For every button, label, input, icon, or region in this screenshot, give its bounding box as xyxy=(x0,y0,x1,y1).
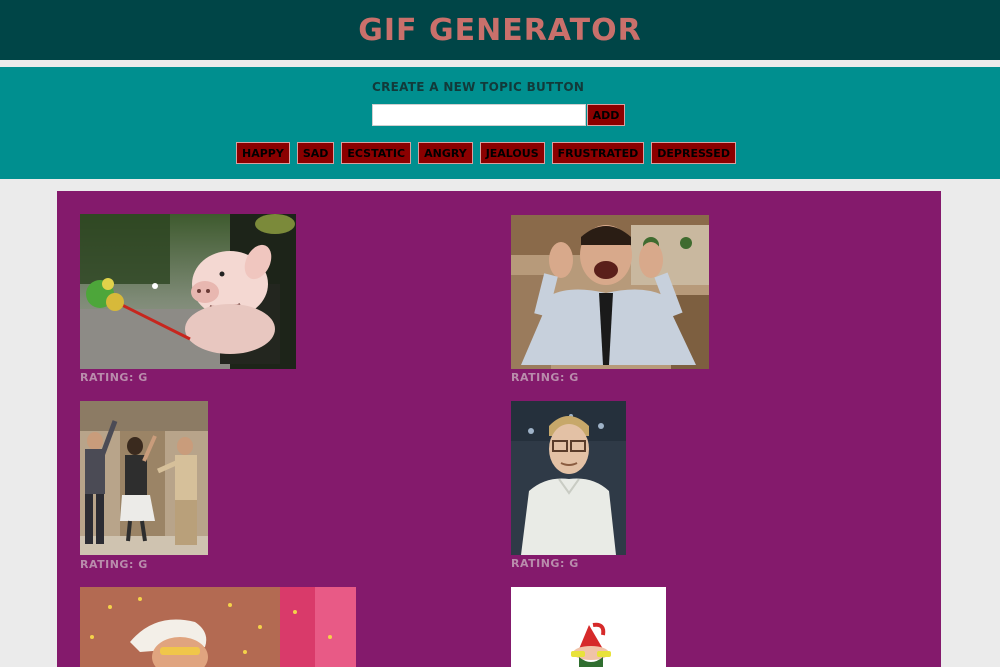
topic-button-frustrated[interactable]: FRUSTRATED xyxy=(551,142,645,164)
gif-results-area: RATING: G RATING: G RATING: G RATING: G xyxy=(57,191,941,667)
gif-rating: RATING: G xyxy=(511,557,579,570)
page-header: GIF GENERATOR xyxy=(0,0,1000,60)
add-topic-button[interactable]: ADD xyxy=(587,104,625,126)
gif-rating: RATING: G xyxy=(80,371,148,384)
gnome-gif-illustration xyxy=(511,587,666,667)
gif-image[interactable] xyxy=(511,215,709,369)
pig-gif-illustration xyxy=(80,214,296,369)
gif-card: RATING: G xyxy=(511,215,709,384)
dancing-people-gif-illustration xyxy=(80,401,208,555)
page-title: GIF GENERATOR xyxy=(358,12,642,48)
gif-card xyxy=(511,587,666,667)
gif-rating: RATING: G xyxy=(80,558,148,571)
gif-image[interactable] xyxy=(80,214,296,369)
new-topic-input[interactable] xyxy=(372,104,586,126)
gif-card: RATING: G xyxy=(80,401,208,571)
gif-card: RATING: G xyxy=(511,401,626,570)
gif-image[interactable] xyxy=(511,401,626,555)
gif-image[interactable] xyxy=(80,587,356,667)
glasses-man-gif-illustration xyxy=(511,401,626,555)
topic-button-list: HAPPY SAD ECSTATIC ANGRY JEALOUS FRUSTRA… xyxy=(236,142,736,164)
confetti-person-gif-illustration xyxy=(80,587,356,667)
topic-button-angry[interactable]: ANGRY xyxy=(418,142,473,164)
topic-button-depressed[interactable]: DEPRESSED xyxy=(651,142,736,164)
gif-image[interactable] xyxy=(80,401,208,555)
gif-card xyxy=(80,587,356,667)
gif-image[interactable] xyxy=(511,587,666,667)
topic-button-happy[interactable]: HAPPY xyxy=(236,142,290,164)
topic-button-sad[interactable]: SAD xyxy=(296,142,335,164)
new-topic-label: CREATE A NEW TOPIC BUTTON xyxy=(372,80,585,94)
gif-card: RATING: G xyxy=(80,214,296,384)
topic-button-ecstatic[interactable]: ECSTATIC xyxy=(341,142,412,164)
gif-rating: RATING: G xyxy=(511,371,579,384)
excited-man-gif-illustration xyxy=(511,215,709,369)
topic-button-jealous[interactable]: JEALOUS xyxy=(479,142,545,164)
topic-form-panel: CREATE A NEW TOPIC BUTTON ADD HAPPY SAD … xyxy=(0,67,1000,179)
